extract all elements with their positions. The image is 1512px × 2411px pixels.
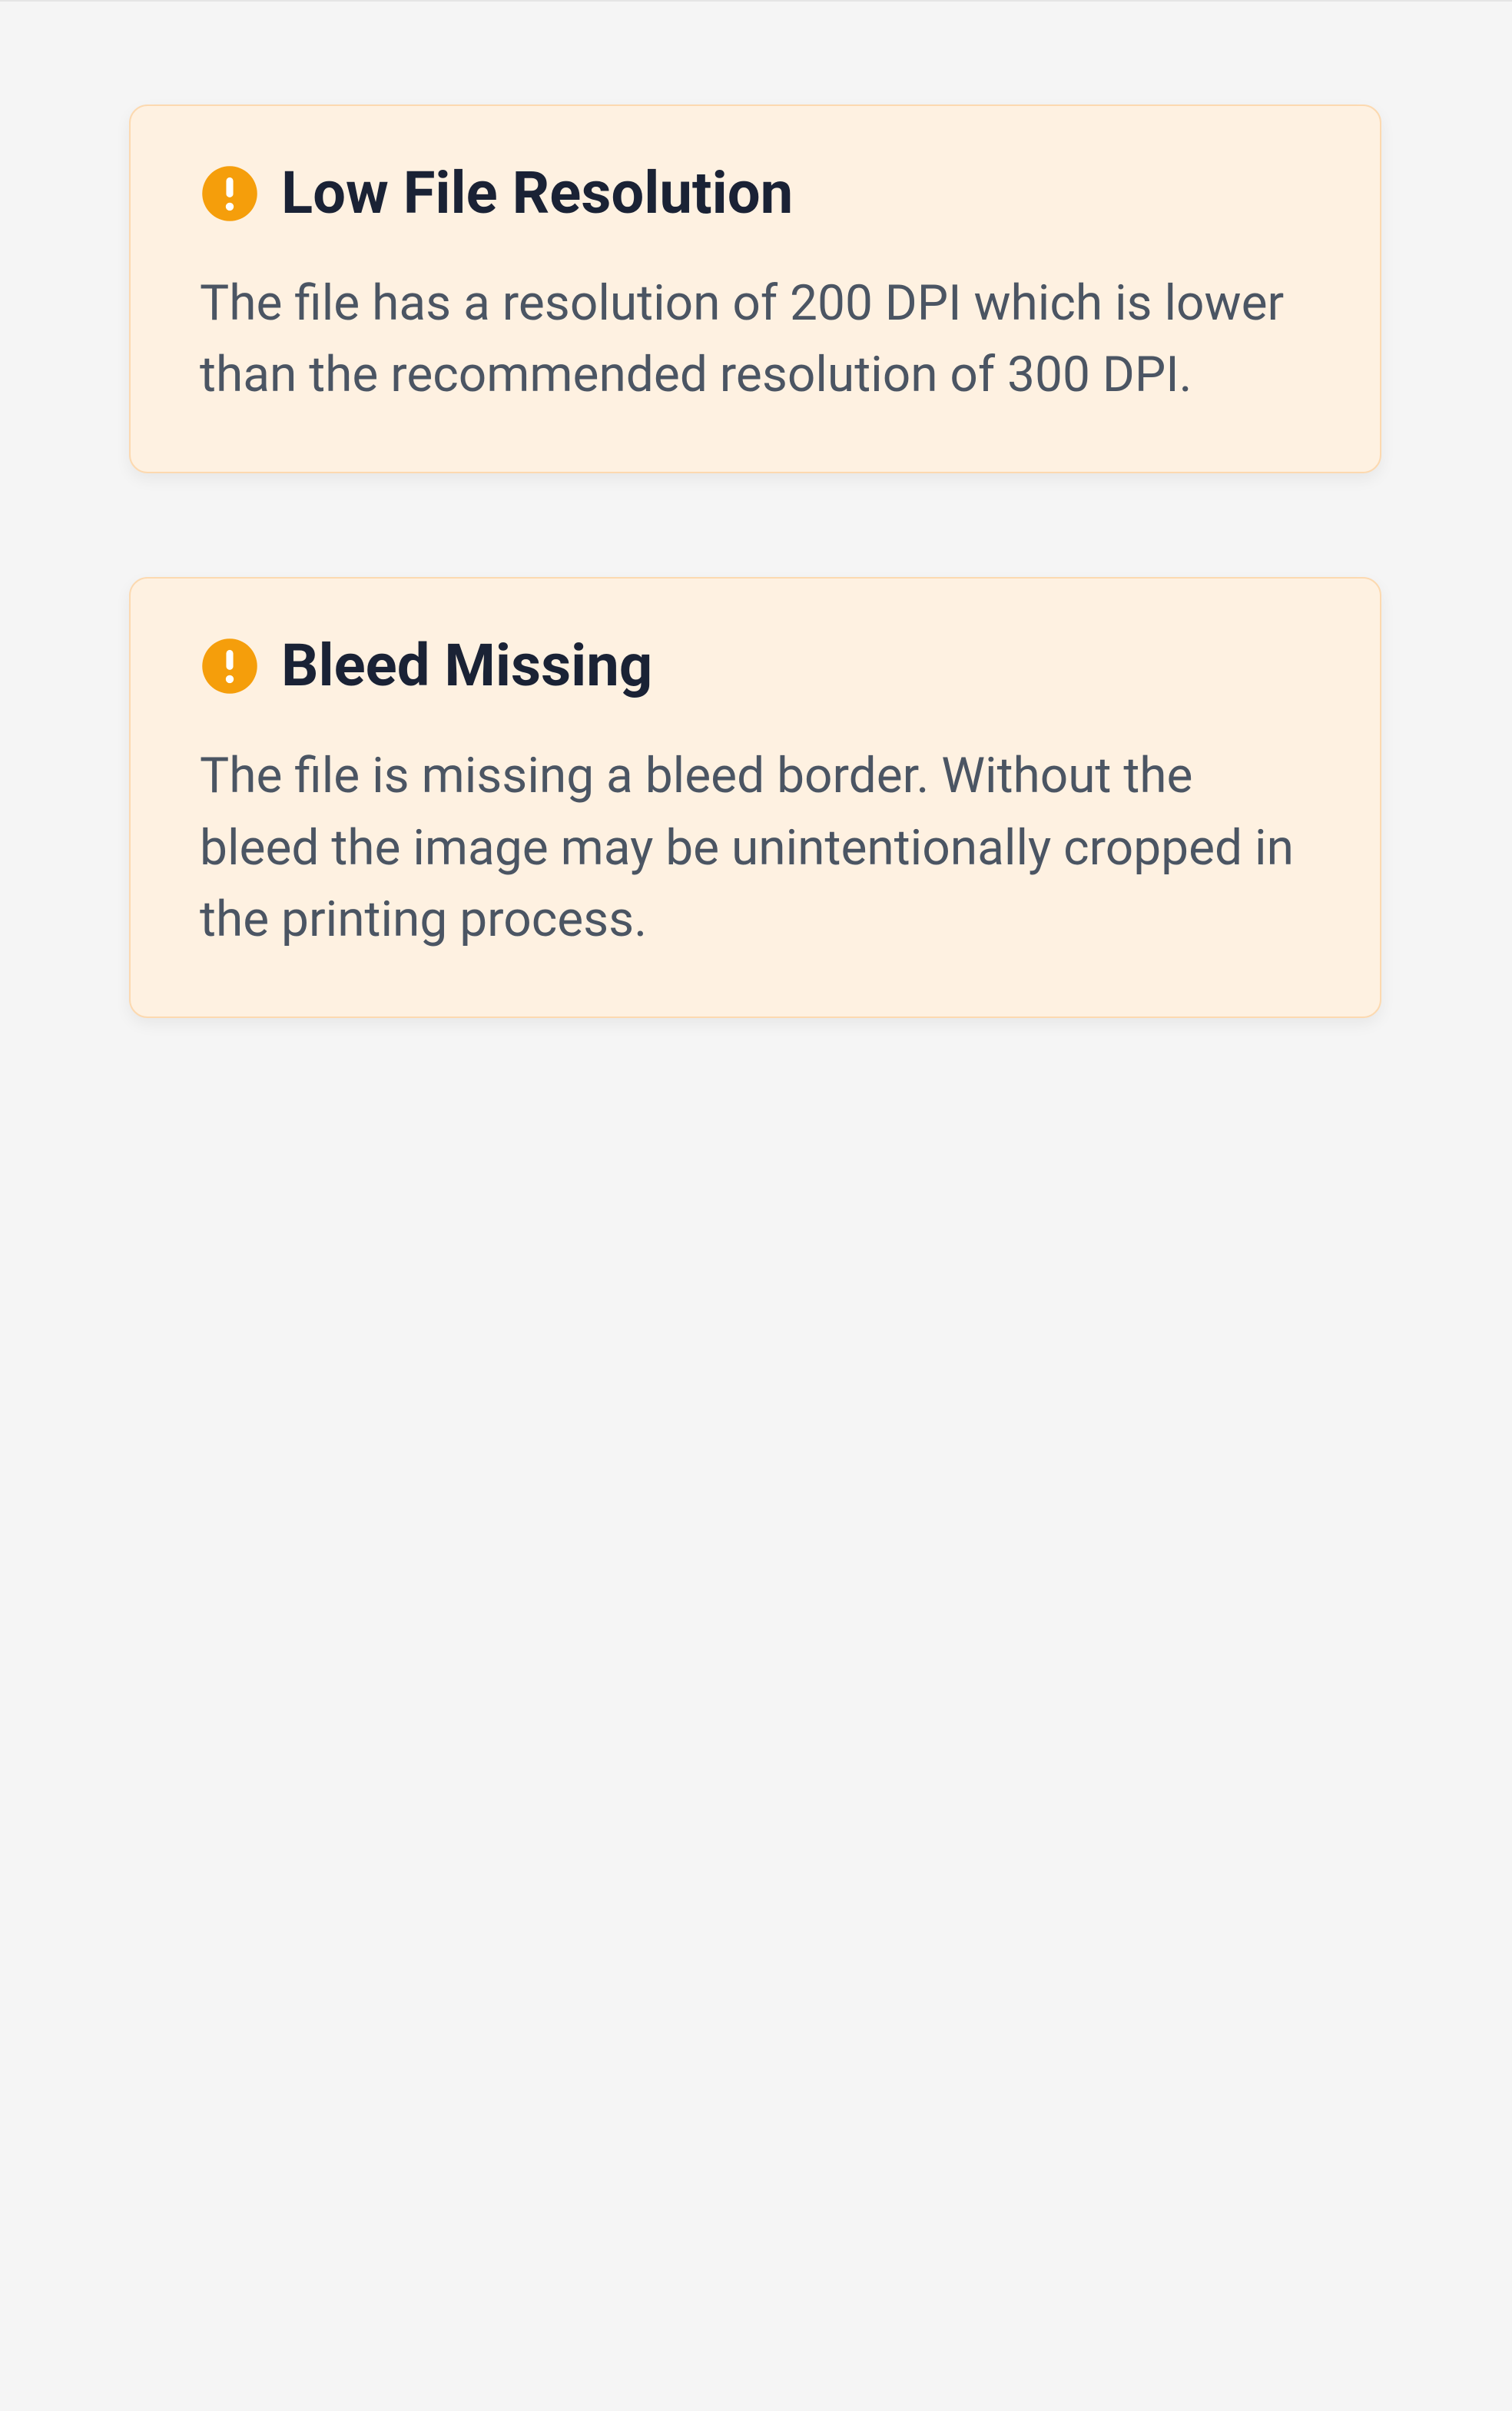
warning-description: The file is missing a bleed border. With… xyxy=(200,740,1311,955)
warning-title: Low File Resolution xyxy=(281,161,793,226)
alert-circle-icon xyxy=(200,164,260,224)
warning-title: Bleed Missing xyxy=(281,634,652,698)
warning-description: The file has a resolution of 200 DPI whi… xyxy=(200,267,1311,411)
card-header: Low File Resolution xyxy=(200,161,1311,226)
warning-card-low-resolution: Low File Resolution The file has a resol… xyxy=(129,104,1381,473)
alert-circle-icon xyxy=(200,636,260,696)
warning-card-bleed-missing: Bleed Missing The file is missing a blee… xyxy=(129,577,1381,1018)
card-header: Bleed Missing xyxy=(200,634,1311,698)
warnings-container: Low File Resolution The file has a resol… xyxy=(0,2,1512,1018)
